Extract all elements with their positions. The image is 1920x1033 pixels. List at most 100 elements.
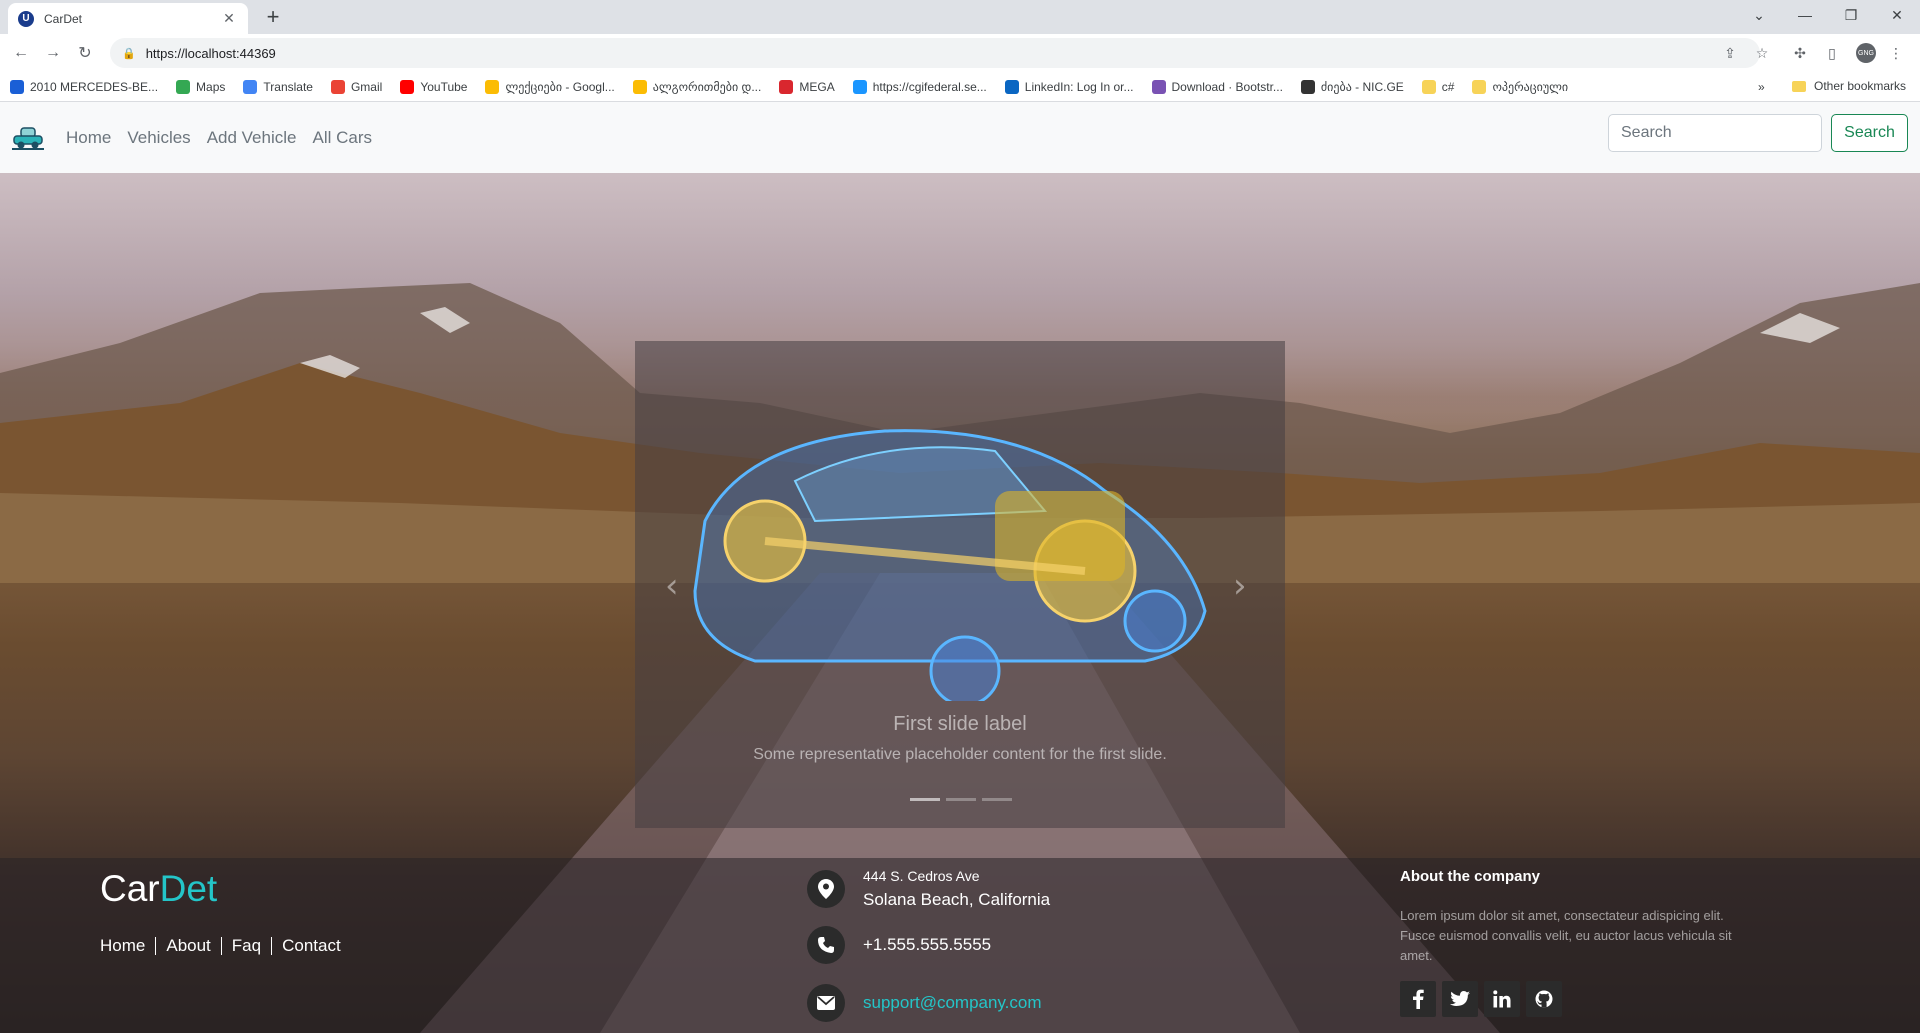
footer-link-about[interactable]: About <box>166 936 210 956</box>
nav-link-vehicles[interactable]: Vehicles <box>127 128 190 148</box>
side-panel-icon[interactable]: ▯ <box>1822 43 1842 63</box>
carousel-prev-icon[interactable]: ‹ <box>665 566 679 606</box>
bookmark-favicon-icon <box>10 79 24 94</box>
footer-link-home[interactable]: Home <box>100 936 145 956</box>
email-row: support@company.com <box>807 984 1042 1022</box>
reload-icon[interactable]: ↻ <box>72 40 98 66</box>
profile-avatar[interactable]: GNG <box>1856 43 1876 63</box>
nav-link-home[interactable]: Home <box>66 128 111 148</box>
bookmark-label: Maps <box>196 79 226 94</box>
back-icon[interactable]: ← <box>8 40 34 66</box>
bookmarks-overflow-icon[interactable]: » <box>1758 80 1765 94</box>
phone-number: +1.555.555.5555 <box>863 935 992 954</box>
email-link[interactable]: support@company.com <box>863 993 1042 1013</box>
bookmarks-bar: 2010 MERCEDES-BE... Maps Translate Gmail You… <box>0 72 1920 102</box>
bookmark-item[interactable]: Download · Bootstr... <box>1151 79 1283 94</box>
browser-tab-active[interactable]: U CarDet ✕ <box>8 3 248 34</box>
slide-caption: First slide label Some representative pl… <box>635 713 1285 764</box>
bookmark-label: Gmail <box>350 79 383 94</box>
site-navbar: Home Vehicles Add Vehicle All Cars Searc… <box>0 102 1920 173</box>
twitter-icon[interactable] <box>1442 981 1478 1017</box>
restore-icon[interactable]: ❐ <box>1828 0 1874 30</box>
carousel-indicator-1[interactable] <box>910 798 940 801</box>
bookmark-label: c# <box>1441 79 1455 94</box>
slide-title: First slide label <box>893 713 1027 735</box>
carousel-indicator-3[interactable] <box>982 798 1012 801</box>
bookmark-item[interactable]: https://cgifederal.se... <box>852 79 987 94</box>
browser-tabstrip: U CarDet ✕ + ⌄ — ❐ ✕ <box>0 0 1920 34</box>
menu-kebab-icon[interactable]: ⋮ <box>1886 43 1906 63</box>
carousel-indicator-2[interactable] <box>946 798 976 801</box>
bookmark-item[interactable]: 2010 MERCEDES-BE... <box>10 79 159 94</box>
nav-link-all-cars[interactable]: All Cars <box>312 128 372 148</box>
carousel-next-icon[interactable]: › <box>1233 566 1247 606</box>
page-viewport: Home Vehicles Add Vehicle All Cars Searc… <box>0 102 1920 1033</box>
extensions-icon[interactable]: ✣ <box>1790 43 1810 63</box>
carousel-indicators <box>907 798 1015 801</box>
address-bar[interactable]: 🔒 https://localhost:44369 <box>110 38 1760 68</box>
new-tab-icon[interactable]: + <box>260 5 286 31</box>
bookmark-favicon-icon <box>176 79 191 94</box>
bookmark-favicon-icon <box>243 79 258 94</box>
tab-search-icon[interactable]: ⌄ <box>1736 0 1782 30</box>
bookmark-label: YouTube <box>420 79 468 94</box>
bookmark-favicon-icon <box>632 79 647 94</box>
image-carousel: ‹ › First slide label Some representativ… <box>635 341 1285 828</box>
bookmark-favicon-icon <box>1472 79 1487 94</box>
bookmark-item[interactable]: LinkedIn: Log In or... <box>1004 79 1134 94</box>
tab-title: CarDet <box>44 11 83 26</box>
browser-toolbar: ← → ↻ 🔒 https://localhost:44369 ⇪ ☆ ✣ ▯ … <box>0 34 1920 72</box>
bookmark-item[interactable]: ოპერაციული <box>1472 79 1568 94</box>
bookmark-item[interactable]: Gmail <box>330 79 383 94</box>
lock-icon: 🔒 <box>122 47 136 60</box>
logo-part-car: Car <box>100 868 160 909</box>
divider <box>155 937 157 955</box>
github-icon[interactable] <box>1526 981 1562 1017</box>
address-line-2: Solana Beach, California <box>863 890 1051 909</box>
phone-row: +1.555.555.5555 <box>807 926 991 964</box>
about-text: Lorem ipsum dolor sit amet, consectateur… <box>1400 908 1732 963</box>
bookmark-item[interactable]: c# <box>1421 79 1455 94</box>
bookmark-label: ლექციები - Googl... <box>505 79 615 94</box>
bookmark-item[interactable]: MEGA <box>779 79 835 94</box>
forward-icon[interactable]: → <box>40 40 66 66</box>
search-input[interactable] <box>1608 114 1822 152</box>
bookmark-item[interactable]: Translate <box>243 79 313 94</box>
bookmark-label: MEGA <box>799 79 835 94</box>
footer-link-contact[interactable]: Contact <box>282 936 341 956</box>
facebook-icon[interactable] <box>1400 981 1436 1017</box>
bookmark-label: Translate <box>263 79 313 94</box>
footer-links: Home About Faq Contact <box>100 936 341 956</box>
address-row: 444 S. Cedros Ave Solana Beach, Californ… <box>807 868 1050 910</box>
car-logo-icon[interactable] <box>12 125 44 151</box>
bookmark-favicon-icon <box>330 79 345 94</box>
share-icon[interactable]: ⇪ <box>1720 43 1740 63</box>
bookmark-favicon-icon <box>779 79 794 94</box>
bookmark-item[interactable]: ალგორითმები დ... <box>632 79 761 94</box>
bookmark-favicon-icon <box>1151 79 1166 94</box>
divider <box>271 937 273 955</box>
footer-link-faq[interactable]: Faq <box>232 936 261 956</box>
about-title: About the company <box>1400 868 1541 885</box>
bookmark-favicon-icon <box>1004 79 1019 94</box>
social-links <box>1400 981 1568 1017</box>
bookmark-item[interactable]: Maps <box>176 79 226 94</box>
bookmark-favicon-icon <box>852 79 867 94</box>
bookmark-favicon-icon <box>485 79 500 94</box>
close-window-icon[interactable]: ✕ <box>1874 0 1920 30</box>
bookmark-star-icon[interactable]: ☆ <box>1752 43 1772 63</box>
bookmark-item[interactable]: ლექციები - Googl... <box>485 79 615 94</box>
logo-part-det: Det <box>159 868 218 909</box>
bookmark-item[interactable]: YouTube <box>400 79 468 94</box>
bookmark-label: 2010 MERCEDES-BE... <box>30 79 159 94</box>
bookmark-label: https://cgifederal.se... <box>872 79 987 94</box>
other-bookmarks[interactable]: Other bookmarks <box>1792 79 1906 93</box>
search-button[interactable]: Search <box>1831 114 1908 152</box>
bookmark-label: LinkedIn: Log In or... <box>1024 79 1134 94</box>
minimize-icon[interactable]: — <box>1782 0 1828 30</box>
footer-logo[interactable]: CarDet <box>100 868 217 910</box>
linkedin-icon[interactable] <box>1484 981 1520 1017</box>
nav-link-add-vehicle[interactable]: Add Vehicle <box>207 128 297 148</box>
bookmark-item[interactable]: ძიება - NIC.GE <box>1300 79 1404 94</box>
tab-close-icon[interactable]: ✕ <box>220 10 238 27</box>
